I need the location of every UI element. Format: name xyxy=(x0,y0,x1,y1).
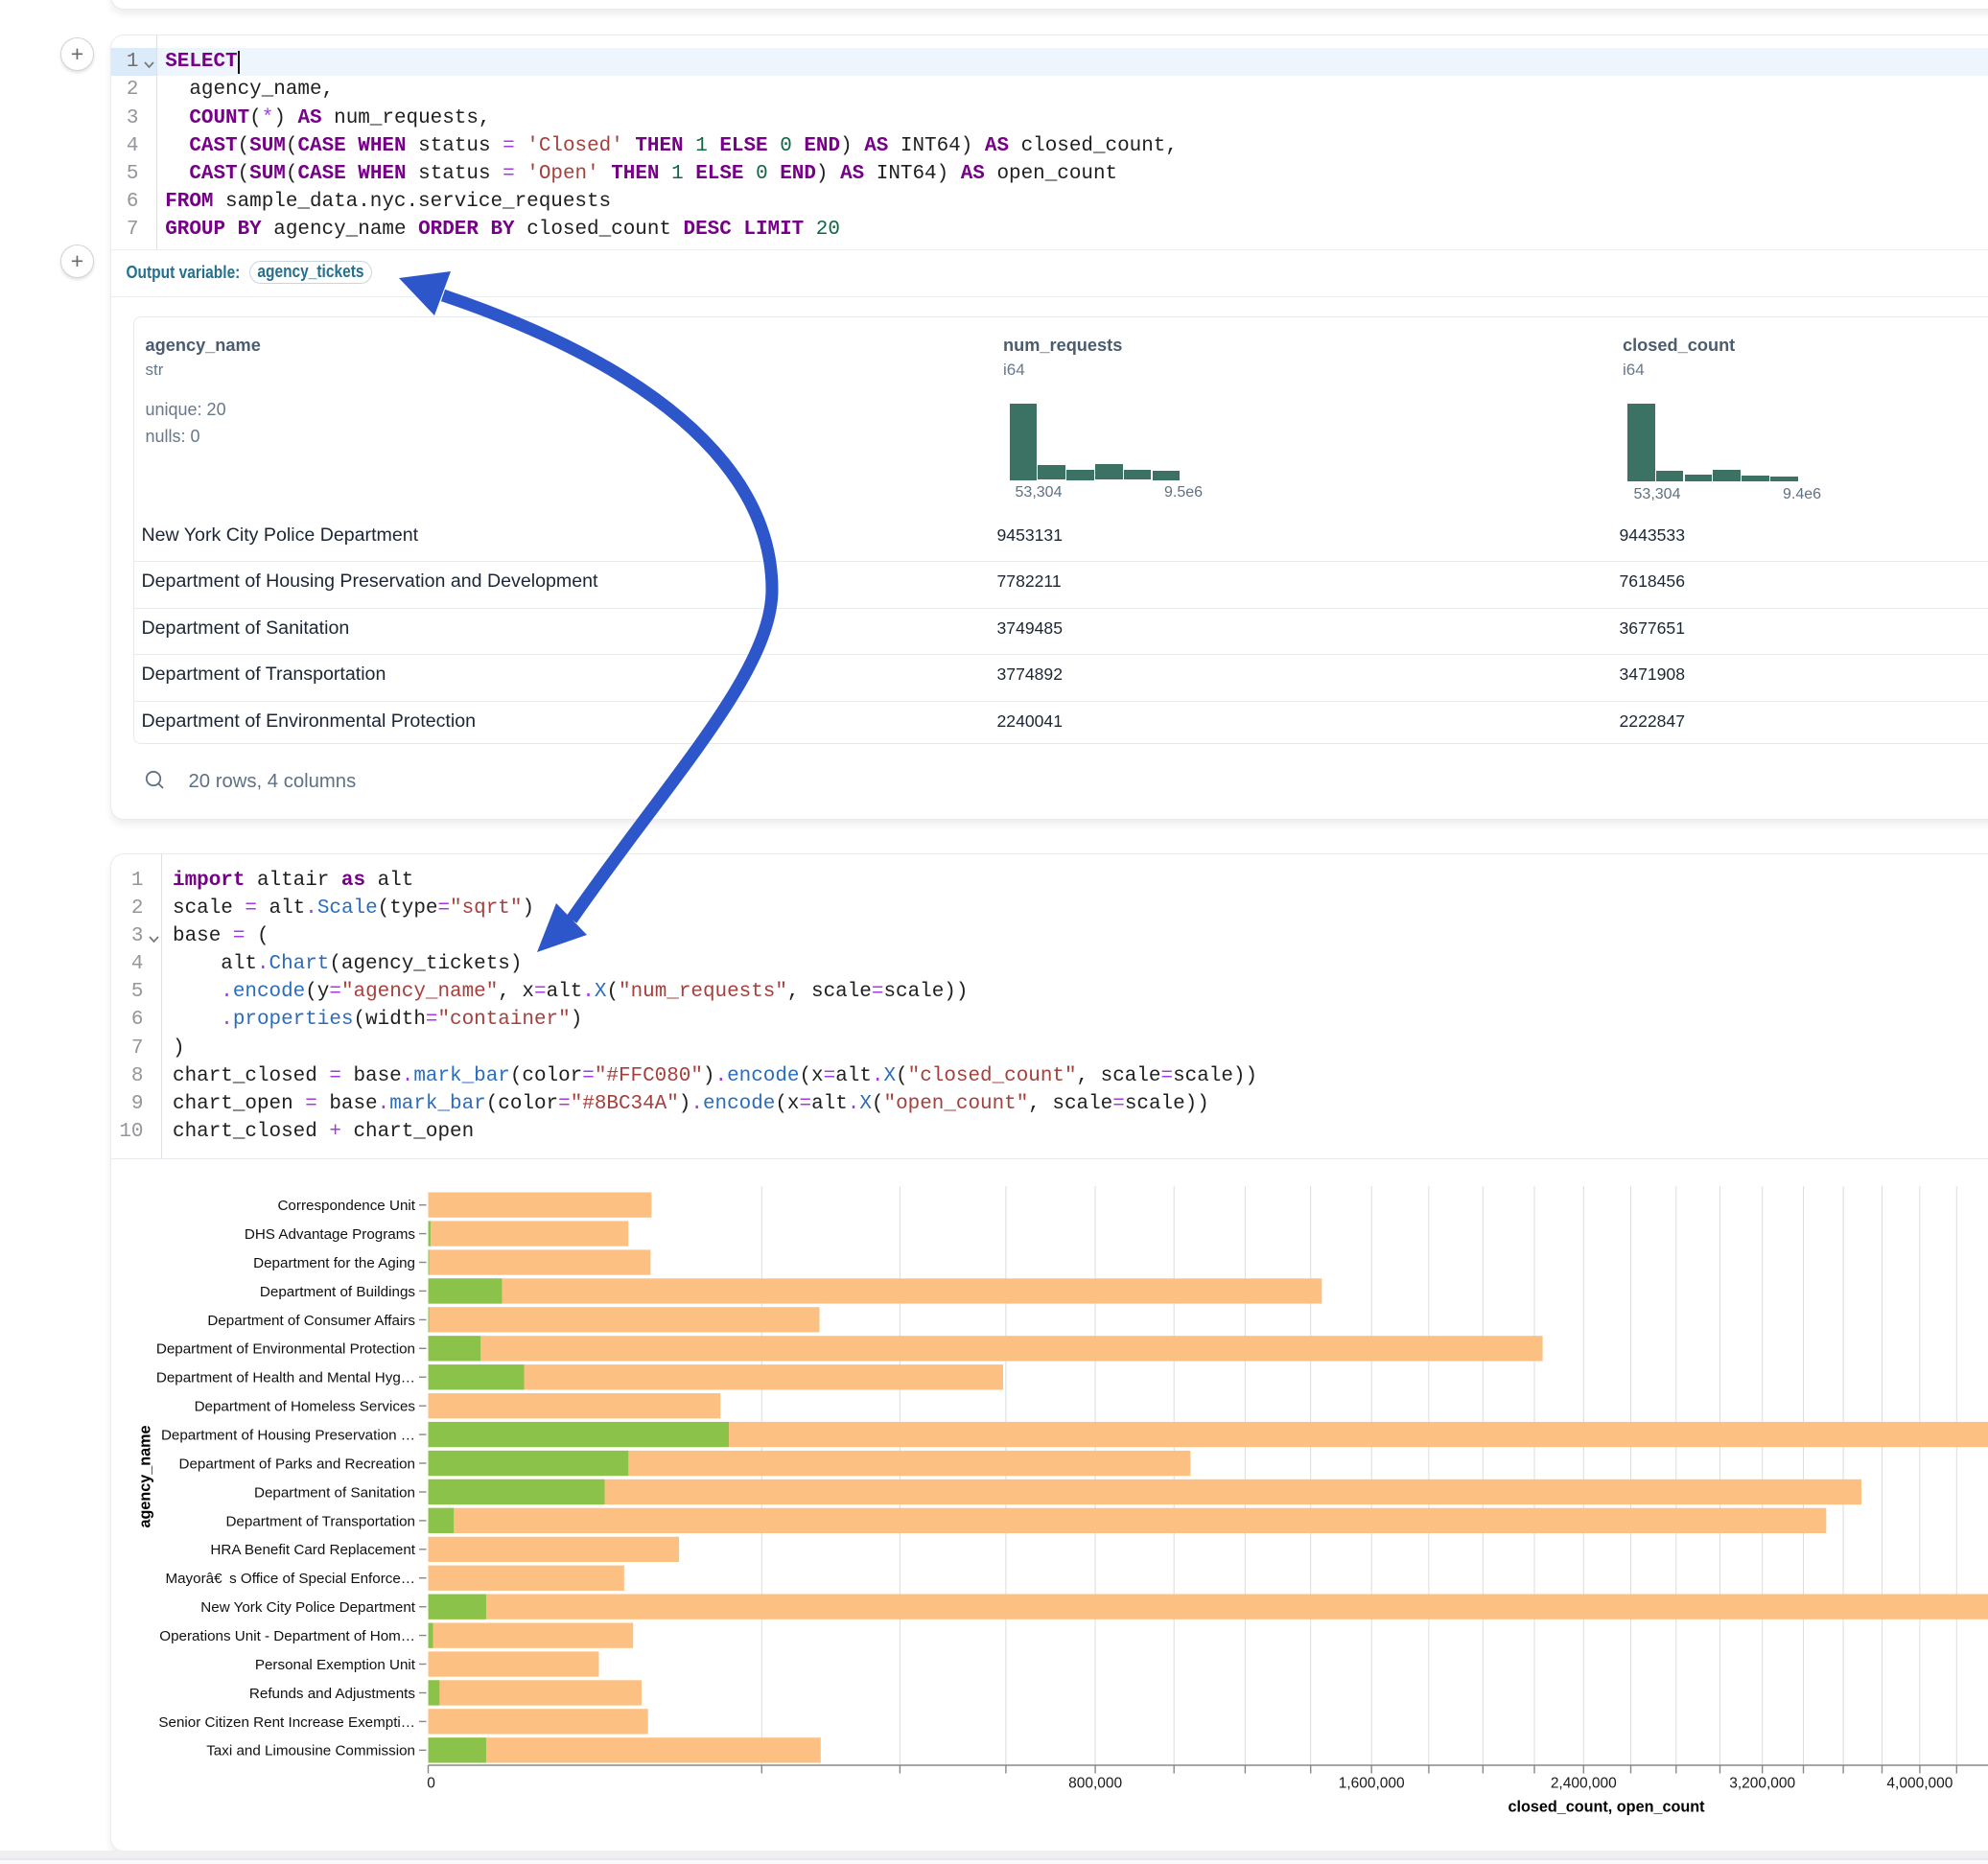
svg-text:800,000: 800,000 xyxy=(1068,1776,1122,1792)
svg-text:DHS Advantage Programs: DHS Advantage Programs xyxy=(245,1226,416,1243)
svg-text:Personal Exemption Unit: Personal Exemption Unit xyxy=(255,1657,416,1673)
svg-text:Department of Buildings: Department of Buildings xyxy=(260,1284,415,1300)
svg-text:3,200,000: 3,200,000 xyxy=(1729,1776,1795,1792)
svg-text:Department of Housing Preserva: Department of Housing Preservation … xyxy=(161,1428,415,1444)
svg-text:Department of Sanitation: Department of Sanitation xyxy=(254,1484,415,1501)
svg-text:Operations Unit - Department o: Operations Unit - Department of Hom… xyxy=(159,1628,415,1644)
svg-text:New York City Police Departmen: New York City Police Department xyxy=(200,1599,415,1616)
svg-text:Department of Homeless Service: Department of Homeless Services xyxy=(195,1399,416,1415)
svg-text:Department of Transportation: Department of Transportation xyxy=(225,1513,415,1529)
svg-text:Taxi and Limousine Commission: Taxi and Limousine Commission xyxy=(206,1743,415,1759)
svg-text:Refunds and Adjustments: Refunds and Adjustments xyxy=(249,1686,415,1702)
svg-text:Department of Environmental Pr: Department of Environmental Protection xyxy=(156,1341,415,1358)
svg-text:HRA Benefit Card Replacement: HRA Benefit Card Replacement xyxy=(210,1542,415,1558)
svg-text:Department of Health and Menta: Department of Health and Mental Hyg… xyxy=(156,1370,415,1386)
svg-text:closed_count, open_count: closed_count, open_count xyxy=(1508,1799,1705,1816)
svg-text:Senior Citizen Rent Increase E: Senior Citizen Rent Increase Exempti… xyxy=(158,1714,415,1731)
svg-text:Department of Parks and Recrea: Department of Parks and Recreation xyxy=(178,1456,415,1472)
svg-text:0: 0 xyxy=(427,1776,435,1792)
svg-text:1,600,000: 1,600,000 xyxy=(1339,1776,1405,1792)
svg-text:Mayorâ€ s Office of Special En: Mayorâ€ s Office of Special Enforce… xyxy=(165,1571,415,1587)
svg-text:agency_name: agency_name xyxy=(137,1425,154,1527)
svg-text:Correspondence Unit: Correspondence Unit xyxy=(277,1198,415,1214)
svg-text:Department for the Aging: Department for the Aging xyxy=(253,1255,415,1271)
svg-text:4,000,000: 4,000,000 xyxy=(1886,1776,1953,1792)
svg-text:Department of Consumer Affairs: Department of Consumer Affairs xyxy=(207,1313,415,1329)
svg-text:2,400,000: 2,400,000 xyxy=(1551,1776,1617,1792)
